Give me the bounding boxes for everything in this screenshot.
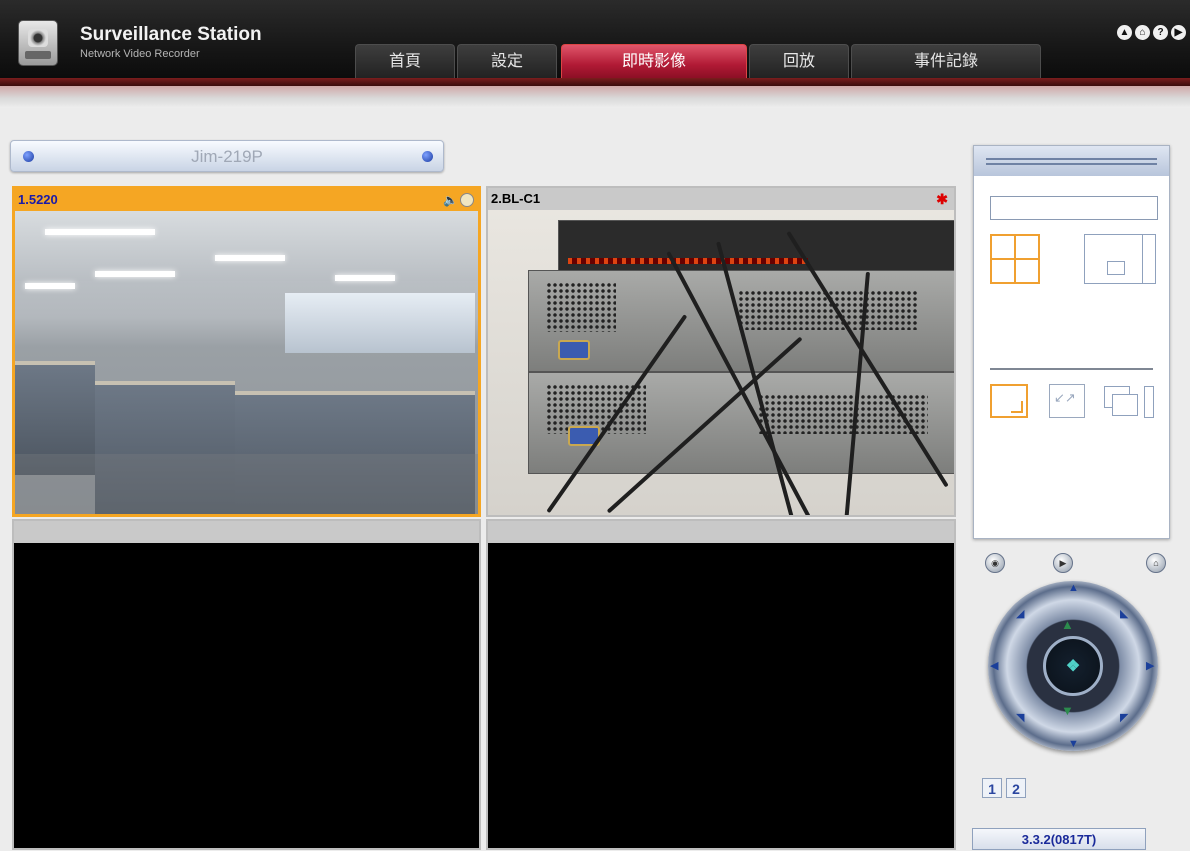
header-strip	[0, 86, 1190, 108]
motion-alert-icon: ✱	[936, 191, 948, 207]
camera-title-2: 2.BL-C1 ✱	[488, 188, 954, 210]
camera-feed-server	[488, 210, 954, 515]
video-cell-2[interactable]: 2.BL-C1 ✱	[486, 186, 956, 517]
group-name: Jim-219P	[191, 147, 263, 166]
ptz-control: ◉ ▶ ⌂ ▲ ▼ ◀ ▶ ◢ ◣ ◥ ◤ ▲ ▼ ❖	[973, 545, 1170, 775]
eject-icon[interactable]: ▲	[1117, 25, 1132, 40]
logout-icon[interactable]: ▶	[1171, 25, 1186, 40]
audio-button-icon[interactable]: ▶	[1053, 553, 1073, 573]
next-group-icon[interactable]	[422, 151, 433, 162]
pan-up-icon[interactable]: ▲	[1068, 583, 1079, 594]
layout-name-field[interactable]	[990, 196, 1158, 220]
camera-feed-office	[15, 211, 478, 514]
page-2-button[interactable]: 2	[1006, 778, 1026, 798]
tab-settings[interactable]: 設定	[457, 44, 557, 78]
pan-down-icon[interactable]: ▼	[1068, 739, 1079, 750]
pan-down-right-icon[interactable]: ◤	[1120, 713, 1128, 724]
layout-panel	[973, 145, 1170, 539]
camera-group-selector[interactable]: Jim-219P	[10, 140, 444, 172]
picture-in-picture-layout-icon[interactable]	[1084, 234, 1156, 284]
pan-down-left-icon[interactable]: ◥	[1016, 713, 1024, 724]
ptz-icon[interactable]	[460, 193, 474, 207]
ptz-center-icon: ❖	[1065, 658, 1081, 675]
camera-name-2: 2.BL-C1	[491, 191, 541, 206]
camera-name-1: 1.5220	[18, 192, 58, 207]
app-header: Surveillance Station Network Video Recor…	[0, 0, 1190, 78]
top-icons: ▲ ⌂? ▶	[1114, 22, 1186, 40]
page-1-button[interactable]: 1	[982, 778, 1002, 798]
tab-event-log[interactable]: 事件記錄	[851, 44, 1041, 78]
ptz-ring[interactable]: ▲ ▼ ◀ ▶ ◢ ◣ ◥ ◤ ▲ ▼ ❖	[988, 581, 1158, 751]
panel-header	[974, 146, 1169, 176]
tab-live-view[interactable]: 即時影像	[561, 44, 747, 78]
video-cell-4[interactable]	[486, 519, 956, 850]
quad-layout-icon[interactable]	[990, 234, 1040, 284]
home-position-icon[interactable]: ⌂	[1146, 553, 1166, 573]
digital-zoom-icon[interactable]	[990, 384, 1028, 418]
audio-icon[interactable]: 🔈	[443, 189, 458, 211]
version-label: 3.3.2(0817T)	[972, 828, 1146, 850]
camera-title-1: 1.5220 🔈	[15, 189, 478, 211]
ptz-center-button[interactable]: ❖	[1043, 636, 1103, 696]
header-divider	[0, 78, 1190, 86]
fullscreen-icon[interactable]	[1049, 384, 1085, 418]
snapshot-icon[interactable]: ◉	[985, 553, 1005, 573]
camera-title-4	[488, 521, 954, 543]
pan-up-right-icon[interactable]: ◣	[1120, 609, 1128, 620]
help-icon[interactable]: ?	[1153, 25, 1168, 40]
tab-playback[interactable]: 回放	[749, 44, 849, 78]
zoom-out-icon[interactable]: ▼	[1061, 703, 1074, 718]
video-cell-3[interactable]	[12, 519, 481, 850]
pan-up-left-icon[interactable]: ◢	[1016, 609, 1024, 620]
app-subtitle: Network Video Recorder	[80, 48, 200, 60]
home-icon[interactable]: ⌂	[1135, 25, 1150, 40]
zoom-in-icon[interactable]: ▲	[1061, 617, 1074, 632]
app-title: Surveillance Station	[80, 24, 262, 45]
pan-left-icon[interactable]: ◀	[990, 661, 998, 672]
panel-divider	[990, 368, 1153, 370]
video-cell-1[interactable]: 1.5220 🔈	[12, 186, 481, 517]
camera-title-3	[14, 521, 479, 543]
multi-window-icon[interactable]	[1104, 386, 1154, 418]
tab-home[interactable]: 首頁	[355, 44, 455, 78]
camera-logo-icon	[18, 20, 58, 66]
pan-right-icon[interactable]: ▶	[1146, 661, 1154, 672]
